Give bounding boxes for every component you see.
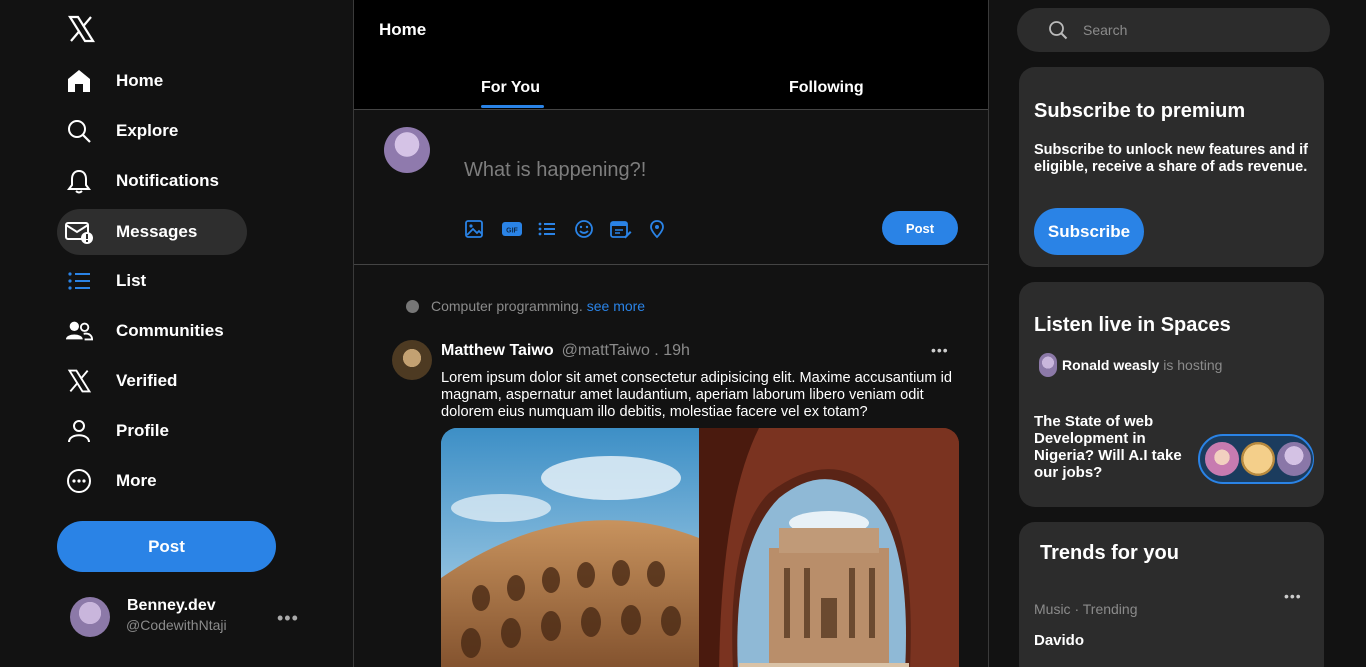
home-icon <box>65 67 93 95</box>
spaces-title: Listen live in Spaces <box>1034 314 1231 336</box>
post-button[interactable]: Post <box>57 521 276 572</box>
search-input[interactable] <box>1083 18 1313 42</box>
left-sidebar: Home Explore Notifications Messages List <box>0 0 353 667</box>
space-host: Ronald weasly is hosting <box>1039 353 1222 377</box>
sidebar-item-explore[interactable]: Explore <box>57 108 247 154</box>
spaces-card: Listen live in Spaces Ronald weasly is h… <box>1019 282 1324 507</box>
sidebar-item-notifications[interactable]: Notifications <box>57 158 247 204</box>
avatar <box>1239 440 1277 478</box>
gif-icon[interactable]: GIF <box>501 219 538 239</box>
timeline-header: Home For You Following <box>354 0 988 110</box>
avatar <box>1275 440 1313 478</box>
sidebar-item-profile[interactable]: Profile <box>57 408 247 454</box>
people-icon <box>65 317 93 345</box>
avatar <box>1203 440 1241 478</box>
sidebar-item-label: Home <box>116 71 164 90</box>
trend-name[interactable]: Davido <box>1034 632 1084 649</box>
sidebar-item-label: Messages <box>116 222 198 241</box>
sidebar-item-list[interactable]: List <box>57 258 247 304</box>
avatar <box>70 597 110 637</box>
tweet-header: Matthew Taiwo @mattTaiwo . 19h <box>441 342 690 360</box>
trends-card: Trends for you ••• Music · Trending Davi… <box>1019 522 1324 667</box>
x-logo-icon[interactable] <box>66 14 96 44</box>
sidebar-item-label: Verified <box>116 371 178 390</box>
account-name: Benney.dev <box>127 597 216 614</box>
account-switcher[interactable]: Benney.dev @CodewithNtaji ••• <box>57 590 317 646</box>
tweet-composer: GIF Post <box>354 110 988 265</box>
trend-meta: Music · Trending <box>1034 601 1138 617</box>
tweet-handle-time: @mattTaiwo . 19h <box>561 342 690 359</box>
sidebar-item-label: More <box>116 471 157 490</box>
topic-context: Computer programming. see more <box>406 298 645 314</box>
tweet-text: Lorem ipsum dolor sit amet consectetur a… <box>441 370 952 420</box>
sidebar-item-label: Communities <box>116 321 224 340</box>
subscribe-button[interactable]: Subscribe <box>1034 208 1144 255</box>
search-icon <box>65 117 93 145</box>
avatar <box>384 127 430 173</box>
premium-text: Subscribe to unlock new features and if … <box>1034 142 1308 175</box>
person-icon <box>65 417 93 445</box>
compose-post-button[interactable]: Post <box>882 211 958 245</box>
more-icon[interactable]: ••• <box>277 608 299 629</box>
x-logo-icon <box>65 367 93 395</box>
sidebar-item-messages[interactable]: Messages <box>57 209 247 255</box>
sidebar-item-verified[interactable]: Verified <box>57 358 247 404</box>
topic-label: Computer programming. <box>431 298 583 314</box>
tweet-author-name[interactable]: Matthew Taiwo <box>441 342 554 360</box>
sidebar-item-more[interactable]: More <box>57 458 247 504</box>
colosseum-image[interactable] <box>441 428 699 667</box>
host-status: is hosting <box>1163 357 1223 373</box>
petra-image[interactable] <box>699 428 959 667</box>
sidebar-item-label: List <box>116 271 147 290</box>
right-sidebar: Subscribe to premium Subscribe to unlock… <box>989 0 1366 667</box>
compose-input[interactable] <box>464 155 944 185</box>
premium-title: Subscribe to premium <box>1034 100 1246 122</box>
location-icon[interactable] <box>647 219 684 239</box>
sidebar-item-label: Explore <box>116 121 179 140</box>
more-icon[interactable]: ••• <box>931 342 949 358</box>
host-name[interactable]: Ronald weasly <box>1062 357 1159 373</box>
bell-icon <box>65 167 93 195</box>
app-root: Home Explore Notifications Messages List <box>0 0 1366 667</box>
svg-text:GIF: GIF <box>506 228 518 235</box>
list-icon <box>65 267 93 295</box>
space-listeners[interactable] <box>1198 434 1314 484</box>
composer-toolbar: GIF <box>464 219 683 239</box>
mail-icon <box>65 218 93 246</box>
emoji-icon[interactable] <box>574 219 611 239</box>
trends-title: Trends for you <box>1040 542 1179 564</box>
sidebar-item-label: Notifications <box>116 171 219 190</box>
topic-icon <box>406 299 419 313</box>
sidebar-item-communities[interactable]: Communities <box>57 308 247 354</box>
search-bar[interactable] <box>1017 8 1330 52</box>
see-more-link[interactable]: see more <box>587 298 645 314</box>
schedule-icon[interactable] <box>610 219 647 239</box>
tab-for-you[interactable]: For You <box>481 79 540 97</box>
avatar[interactable] <box>392 340 432 380</box>
sidebar-item-home[interactable]: Home <box>57 58 247 104</box>
search-icon <box>1048 20 1068 45</box>
main-column: Home For You Following GIF <box>353 0 989 667</box>
account-handle: @CodewithNtaji <box>126 617 227 633</box>
space-title[interactable]: The State of web Development in Nigeria?… <box>1034 413 1194 481</box>
tab-following[interactable]: Following <box>789 79 864 97</box>
more-circle-icon <box>65 467 93 495</box>
image-icon[interactable] <box>464 219 501 239</box>
premium-card: Subscribe to premium Subscribe to unlock… <box>1019 67 1324 267</box>
sidebar-item-label: Profile <box>116 421 169 440</box>
timeline-feed: Computer programming. see more Matthew T… <box>354 265 988 667</box>
avatar <box>1039 353 1057 377</box>
more-icon[interactable]: ••• <box>1284 588 1302 604</box>
page-title: Home <box>379 20 427 39</box>
list-icon[interactable] <box>537 219 574 239</box>
tweet-media[interactable] <box>441 428 959 667</box>
active-tab-indicator <box>481 105 544 108</box>
